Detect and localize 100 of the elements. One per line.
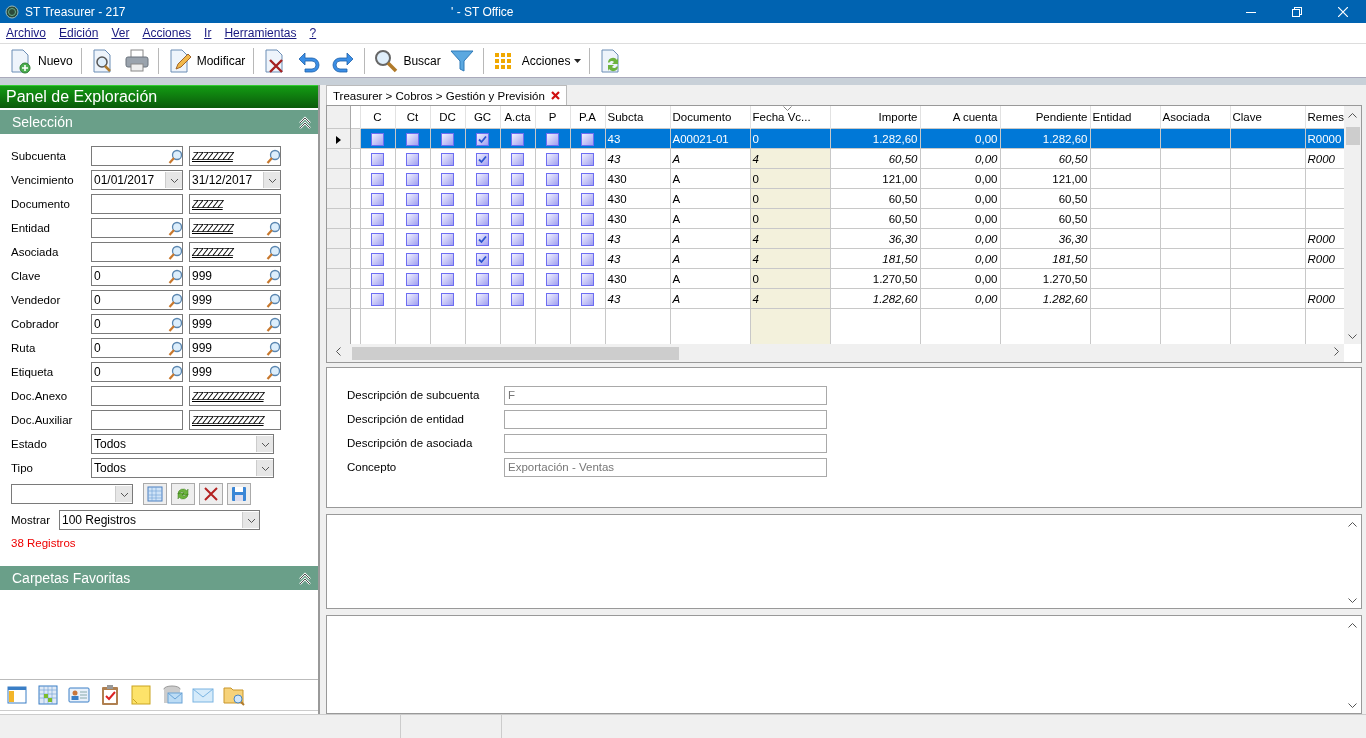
table-row[interactable]: 43 A 4 36,30 0,00 36,30 R000	[327, 228, 1344, 249]
toolbar-button[interactable]: Buscar	[369, 45, 445, 76]
checkbox[interactable]	[511, 252, 524, 266]
column-header[interactable]: Entidad	[1090, 106, 1160, 129]
table-row[interactable]: 43 A 4 60,50 0,00 60,50 R000	[327, 148, 1344, 169]
date-field[interactable]: 01/01/2017	[91, 170, 183, 190]
vertical-scrollbar[interactable]	[1344, 106, 1361, 345]
checkbox[interactable]	[371, 232, 384, 246]
column-header[interactable]: A.cta	[500, 106, 535, 129]
checkbox[interactable]	[371, 132, 384, 146]
column-header[interactable]: DC	[430, 106, 465, 129]
column-header[interactable]: Asociada	[1160, 106, 1230, 129]
menu-item[interactable]: Edición	[59, 26, 99, 40]
date-field[interactable]: 31/12/2017	[189, 170, 281, 190]
checkbox[interactable]	[546, 172, 559, 186]
checkbox[interactable]	[476, 132, 489, 146]
column-header[interactable]: Fecha Vc...	[750, 106, 830, 129]
contact-card-icon[interactable]	[68, 684, 90, 706]
checkbox[interactable]	[441, 252, 454, 266]
input-field[interactable]	[91, 410, 183, 430]
checkbox[interactable]	[476, 272, 489, 286]
task-clipboard-icon[interactable]	[99, 684, 121, 706]
input-field[interactable]: 999	[189, 290, 281, 310]
dropdown[interactable]: 100 Registros	[59, 510, 260, 530]
close-icon[interactable]	[550, 91, 560, 101]
input-field[interactable]: 0	[91, 290, 183, 310]
horizontal-scrollbar[interactable]	[327, 344, 1344, 363]
input-field[interactable]	[91, 242, 183, 262]
checkbox[interactable]	[371, 152, 384, 166]
input-field[interactable]	[91, 386, 183, 406]
scrollbar-thumb[interactable]	[1345, 127, 1360, 146]
checkbox[interactable]	[511, 272, 524, 286]
checkbox[interactable]	[581, 212, 594, 226]
table-row[interactable]: 43 A00021-01 0 1.282,60 0,00 1.282,60 R0000	[327, 128, 1344, 149]
checkbox[interactable]	[581, 152, 594, 166]
table-row[interactable]: 430 A 0 121,00 0,00 121,00	[327, 168, 1344, 189]
mail-server-icon[interactable]	[161, 684, 183, 706]
checkbox[interactable]	[581, 292, 594, 306]
tab[interactable]: Treasurer > Cobros > Gestión y Previsión	[326, 85, 567, 106]
checkbox[interactable]	[371, 272, 384, 286]
layout-icon[interactable]	[6, 684, 28, 706]
checkbox[interactable]	[441, 272, 454, 286]
checkbox[interactable]	[371, 172, 384, 186]
checkbox[interactable]	[581, 252, 594, 266]
toolbar-button[interactable]: Nuevo	[4, 45, 77, 76]
collapse-icon[interactable]	[298, 114, 312, 130]
collapse-icon[interactable]	[298, 570, 312, 586]
dropdown[interactable]: Todos	[91, 458, 274, 478]
column-header[interactable]: C	[360, 106, 395, 129]
column-header[interactable]: Clave	[1230, 106, 1305, 129]
checkbox[interactable]	[371, 192, 384, 206]
checkbox[interactable]	[581, 232, 594, 246]
checkbox[interactable]	[406, 252, 419, 266]
dropdown[interactable]	[11, 484, 133, 504]
checkbox[interactable]	[406, 212, 419, 226]
input-field[interactable]: Exportación - Ventas	[504, 457, 827, 477]
checkbox[interactable]	[581, 192, 594, 206]
table-row[interactable]: 430 A 0 60,50 0,00 60,50	[327, 208, 1344, 229]
checkbox[interactable]	[441, 132, 454, 146]
checkbox[interactable]	[406, 232, 419, 246]
checkbox[interactable]	[546, 252, 559, 266]
checkbox[interactable]	[441, 152, 454, 166]
scrollbar-thumb[interactable]	[352, 346, 679, 360]
maximize-icon[interactable]	[1292, 6, 1302, 17]
column-header[interactable]: A cuenta	[920, 106, 1000, 129]
input-field[interactable]: ZZZZZZZZZZZZZZ	[189, 386, 281, 406]
checkbox[interactable]	[406, 172, 419, 186]
checkbox[interactable]	[546, 272, 559, 286]
checkbox[interactable]	[441, 292, 454, 306]
checkbox[interactable]	[511, 212, 524, 226]
menu-item[interactable]: ?	[309, 26, 317, 40]
checkbox[interactable]	[476, 292, 489, 306]
checkbox[interactable]	[476, 212, 489, 226]
toolbar-button[interactable]: Modificar	[162, 45, 250, 76]
checkbox[interactable]	[581, 132, 594, 146]
checkbox[interactable]	[406, 132, 419, 146]
checkbox[interactable]	[546, 152, 559, 166]
column-header[interactable]: Documento	[670, 106, 750, 129]
checkbox[interactable]	[581, 272, 594, 286]
checkbox[interactable]	[511, 192, 524, 206]
checkbox[interactable]	[476, 192, 489, 206]
refresh-button[interactable]	[171, 483, 195, 505]
input-field[interactable]	[504, 409, 827, 429]
checkbox[interactable]	[546, 232, 559, 246]
close-button[interactable]	[199, 483, 223, 505]
checkbox[interactable]	[511, 232, 524, 246]
input-field[interactable]: 999	[189, 362, 281, 382]
input-field[interactable]: ZZZZZZZZ	[189, 242, 281, 262]
checkbox[interactable]	[476, 152, 489, 166]
checkbox[interactable]	[511, 152, 524, 166]
input-field[interactable]	[91, 146, 183, 166]
checkbox[interactable]	[406, 292, 419, 306]
checkbox[interactable]	[476, 232, 489, 246]
checkbox[interactable]	[546, 132, 559, 146]
save-button[interactable]	[227, 483, 251, 505]
checkbox[interactable]	[581, 172, 594, 186]
input-field[interactable]	[504, 433, 827, 453]
menu-item[interactable]: Ver	[111, 26, 130, 40]
column-header[interactable]: GC	[465, 106, 500, 129]
checkbox[interactable]	[546, 292, 559, 306]
